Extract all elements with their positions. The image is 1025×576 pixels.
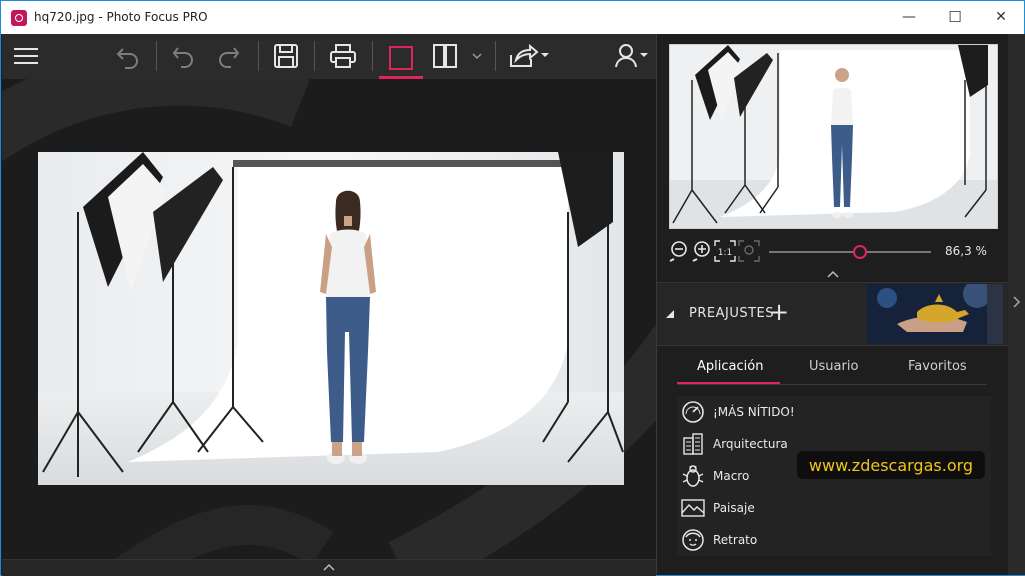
- redo-button[interactable]: [212, 40, 244, 72]
- menu-icon: [14, 48, 38, 64]
- undo-step-icon: [172, 47, 193, 68]
- split-view-button[interactable]: [429, 40, 461, 72]
- share-button[interactable]: [507, 40, 551, 72]
- toolbar-divider: [314, 41, 315, 71]
- watermark-text: www.zdescargas.org: [797, 451, 985, 479]
- preset-label: ¡MÁS NÍTIDO!: [713, 405, 795, 419]
- face-icon: [681, 528, 705, 552]
- gauge-icon: [681, 400, 705, 424]
- split-view-icon: [433, 44, 457, 68]
- image-canvas[interactable]: [2, 79, 656, 559]
- preset-retrato[interactable]: Retrato: [677, 524, 991, 556]
- menu-button[interactable]: [10, 40, 42, 72]
- bug-icon: [681, 464, 705, 488]
- toolbar-divider: [372, 41, 373, 71]
- preset-paisaje[interactable]: Paisaje: [677, 492, 991, 524]
- collapse-navigator-icon[interactable]: [827, 270, 839, 278]
- active-tab-indicator: [677, 382, 780, 384]
- fit-icon[interactable]: [738, 240, 760, 262]
- save-icon: [274, 44, 298, 68]
- presets-tabs: Aplicación Usuario Favoritos: [677, 356, 987, 385]
- chevron-down-icon: [472, 53, 482, 60]
- right-panel: 1:1 86,3 % PREAJUSTES + Aplicación Usuar…: [656, 34, 1009, 575]
- save-button[interactable]: [270, 40, 302, 72]
- presets-title: PREAJUSTES: [689, 306, 774, 321]
- chevron-right-icon[interactable]: [1013, 296, 1021, 308]
- undo-button[interactable]: [168, 40, 200, 72]
- navigator-thumbnail: [670, 45, 997, 228]
- minimize-button[interactable]: —: [886, 1, 932, 34]
- svg-text:1:1: 1:1: [718, 248, 732, 258]
- filmstrip-toggle-bar[interactable]: [2, 559, 656, 576]
- zoom-slider-thumb[interactable]: [852, 245, 867, 259]
- landscape-icon: [681, 496, 705, 520]
- share-icon: [510, 43, 549, 67]
- app-logo-icon: [11, 10, 27, 26]
- main-photo: [38, 152, 624, 485]
- navigator-preview[interactable]: [669, 44, 998, 229]
- redo-icon: [219, 47, 240, 68]
- chevron-up-icon: [323, 563, 335, 571]
- undo-icon: [116, 48, 138, 69]
- collapse-triangle-icon[interactable]: [665, 309, 675, 319]
- magic-lamp-banner: [867, 284, 1003, 344]
- undo-all-button[interactable]: [112, 40, 144, 72]
- tab-usuario[interactable]: Usuario: [809, 359, 858, 374]
- toolbar-divider: [495, 41, 496, 71]
- toolbar-divider: [258, 41, 259, 71]
- window-title: hq720.jpg - Photo Focus PRO: [34, 10, 208, 24]
- single-view-button[interactable]: [379, 40, 423, 79]
- tab-favoritos[interactable]: Favoritos: [908, 359, 967, 374]
- tab-aplicacion[interactable]: Aplicación: [697, 359, 763, 374]
- main-toolbar: [2, 34, 656, 79]
- preset-mas-nitido[interactable]: ¡MÁS NÍTIDO!: [677, 396, 991, 428]
- presets-header[interactable]: PREAJUSTES +: [657, 282, 1009, 346]
- zoom-in-icon[interactable]: [690, 240, 712, 262]
- title-bar: hq720.jpg - Photo Focus PRO — ☐ ✕: [1, 1, 1024, 34]
- maximize-button[interactable]: ☐: [932, 1, 978, 34]
- app-window: hq720.jpg - Photo Focus PRO — ☐ ✕ 1:1 86…: [0, 0, 1025, 576]
- building-icon: [681, 432, 705, 456]
- account-button[interactable]: [612, 40, 652, 72]
- preset-label: Retrato: [713, 533, 758, 547]
- zoom-out-icon[interactable]: [667, 240, 689, 262]
- add-preset-button[interactable]: +: [769, 298, 789, 326]
- single-view-icon: [389, 46, 413, 70]
- actual-size-icon[interactable]: 1:1: [714, 240, 736, 262]
- print-icon: [330, 44, 356, 68]
- zoom-controls: 1:1 86,3 %: [657, 234, 1009, 266]
- print-button[interactable]: [327, 40, 359, 72]
- side-scrollbar[interactable]: [1008, 34, 1025, 575]
- zoom-slider[interactable]: [769, 245, 931, 259]
- zoom-percentage: 86,3 %: [945, 244, 987, 258]
- view-options-dropdown[interactable]: [469, 40, 485, 72]
- user-icon: [615, 44, 648, 68]
- close-button[interactable]: ✕: [978, 1, 1024, 34]
- toolbar-divider: [156, 41, 157, 71]
- preset-label: Arquitectura: [713, 437, 788, 451]
- preset-label: Macro: [713, 469, 750, 483]
- preset-label: Paisaje: [713, 501, 755, 515]
